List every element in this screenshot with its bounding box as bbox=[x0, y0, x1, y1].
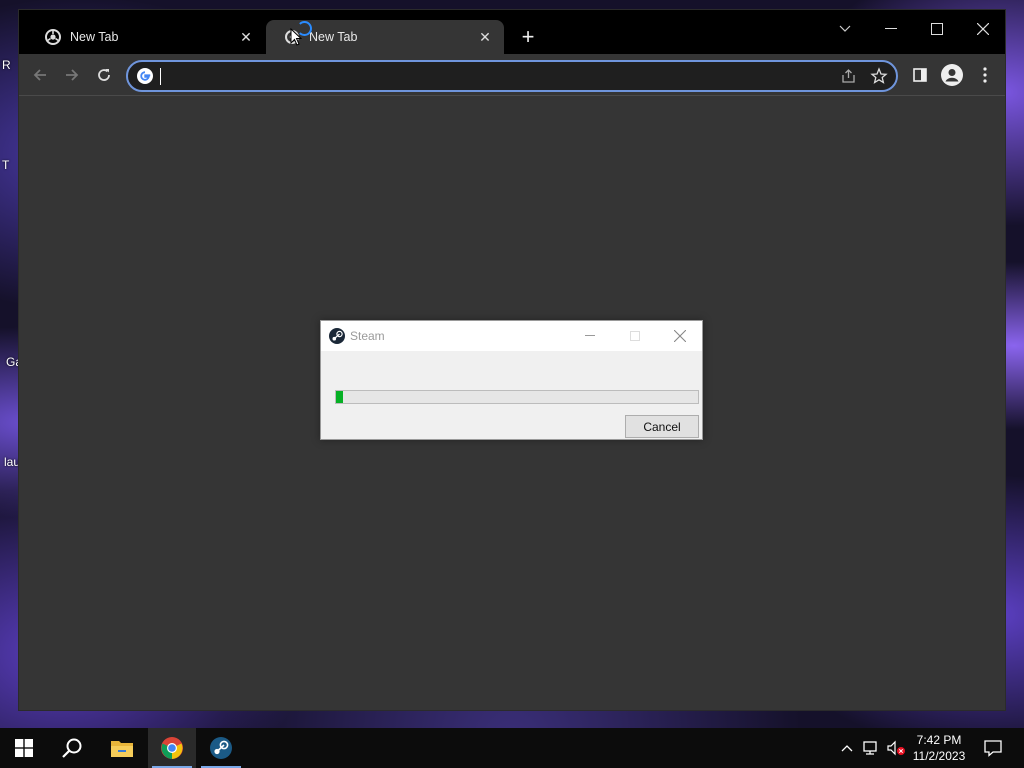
minimize-icon[interactable] bbox=[576, 325, 604, 347]
maximize-icon bbox=[621, 325, 649, 347]
file-explorer-icon[interactable] bbox=[98, 728, 146, 768]
search-icon[interactable] bbox=[48, 728, 96, 768]
dialog-title: Steam bbox=[350, 329, 385, 343]
mouse-cursor-icon bbox=[290, 27, 303, 51]
clock-time: 7:42 PM bbox=[916, 733, 962, 747]
steam-dialog-titlebar: Steam bbox=[321, 321, 702, 351]
side-panel-icon[interactable] bbox=[908, 63, 932, 87]
start-icon[interactable] bbox=[0, 728, 48, 768]
chrome-icon bbox=[45, 29, 61, 45]
share-icon[interactable] bbox=[840, 67, 858, 85]
steam-dialog: Steam Cancel bbox=[320, 320, 703, 440]
tab-search-chevron-icon[interactable] bbox=[822, 14, 868, 44]
new-tab-button[interactable]: + bbox=[517, 24, 539, 50]
tab-new-tab-1[interactable]: New Tab ✕ bbox=[27, 20, 265, 54]
steam-icon[interactable] bbox=[197, 728, 245, 768]
tab-strip: New Tab ✕ New Tab ✕ + bbox=[19, 10, 1005, 54]
profile-avatar-icon[interactable] bbox=[940, 63, 964, 87]
show-hidden-icons-chevron-icon[interactable] bbox=[836, 728, 858, 768]
google-icon bbox=[137, 68, 153, 84]
minimize-icon[interactable] bbox=[868, 14, 914, 44]
address-bar[interactable] bbox=[126, 60, 898, 92]
back-arrow-icon[interactable] bbox=[27, 62, 53, 88]
cancel-button[interactable]: Cancel bbox=[625, 415, 699, 438]
close-icon[interactable] bbox=[666, 325, 694, 347]
tab-title: New Tab bbox=[70, 30, 119, 44]
desktop-icon-label: T bbox=[2, 158, 10, 172]
more-menu-icon[interactable] bbox=[973, 63, 997, 87]
forward-arrow-icon[interactable] bbox=[59, 62, 85, 88]
close-tab-icon[interactable]: ✕ bbox=[476, 29, 494, 46]
address-input[interactable] bbox=[160, 66, 820, 86]
tab-title: New Tab bbox=[309, 30, 358, 44]
system-clock[interactable]: 7:42 PM 11/2/2023 bbox=[906, 732, 972, 764]
steam-icon bbox=[329, 328, 345, 344]
network-icon[interactable] bbox=[860, 728, 882, 768]
volume-muted-icon[interactable] bbox=[884, 728, 908, 768]
clock-date: 11/2/2023 bbox=[912, 749, 966, 763]
progress-bar bbox=[335, 390, 699, 404]
desktop-icon-label: R bbox=[2, 58, 11, 72]
taskbar: 7:42 PM 11/2/2023 bbox=[0, 728, 1024, 768]
notification-icon[interactable] bbox=[978, 728, 1008, 768]
close-window-icon[interactable] bbox=[960, 14, 1006, 44]
reload-icon[interactable] bbox=[91, 62, 117, 88]
bookmark-star-icon[interactable] bbox=[870, 67, 888, 85]
chrome-icon[interactable] bbox=[148, 728, 196, 768]
progress-bar-fill bbox=[336, 391, 344, 403]
close-tab-icon[interactable]: ✕ bbox=[237, 29, 255, 46]
maximize-icon[interactable] bbox=[914, 14, 960, 44]
browser-toolbar bbox=[19, 54, 1005, 96]
